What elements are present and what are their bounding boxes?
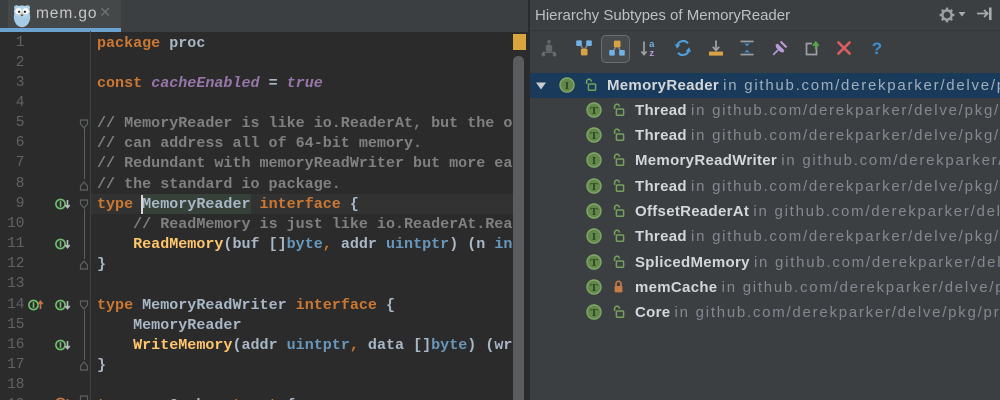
svg-text:?: ? (872, 39, 882, 57)
svg-text:I: I (565, 80, 569, 92)
svg-text:T: T (590, 307, 598, 319)
svg-text:T: T (590, 130, 598, 142)
svg-text:T: T (590, 206, 598, 218)
svg-text:z: z (649, 48, 654, 57)
svg-text:T: T (590, 105, 598, 117)
svg-text:I: I (592, 231, 596, 243)
svg-text:T: T (590, 257, 598, 269)
svg-text:I: I (592, 155, 596, 167)
svg-text:T: T (590, 181, 598, 193)
svg-text:T: T (590, 282, 598, 294)
